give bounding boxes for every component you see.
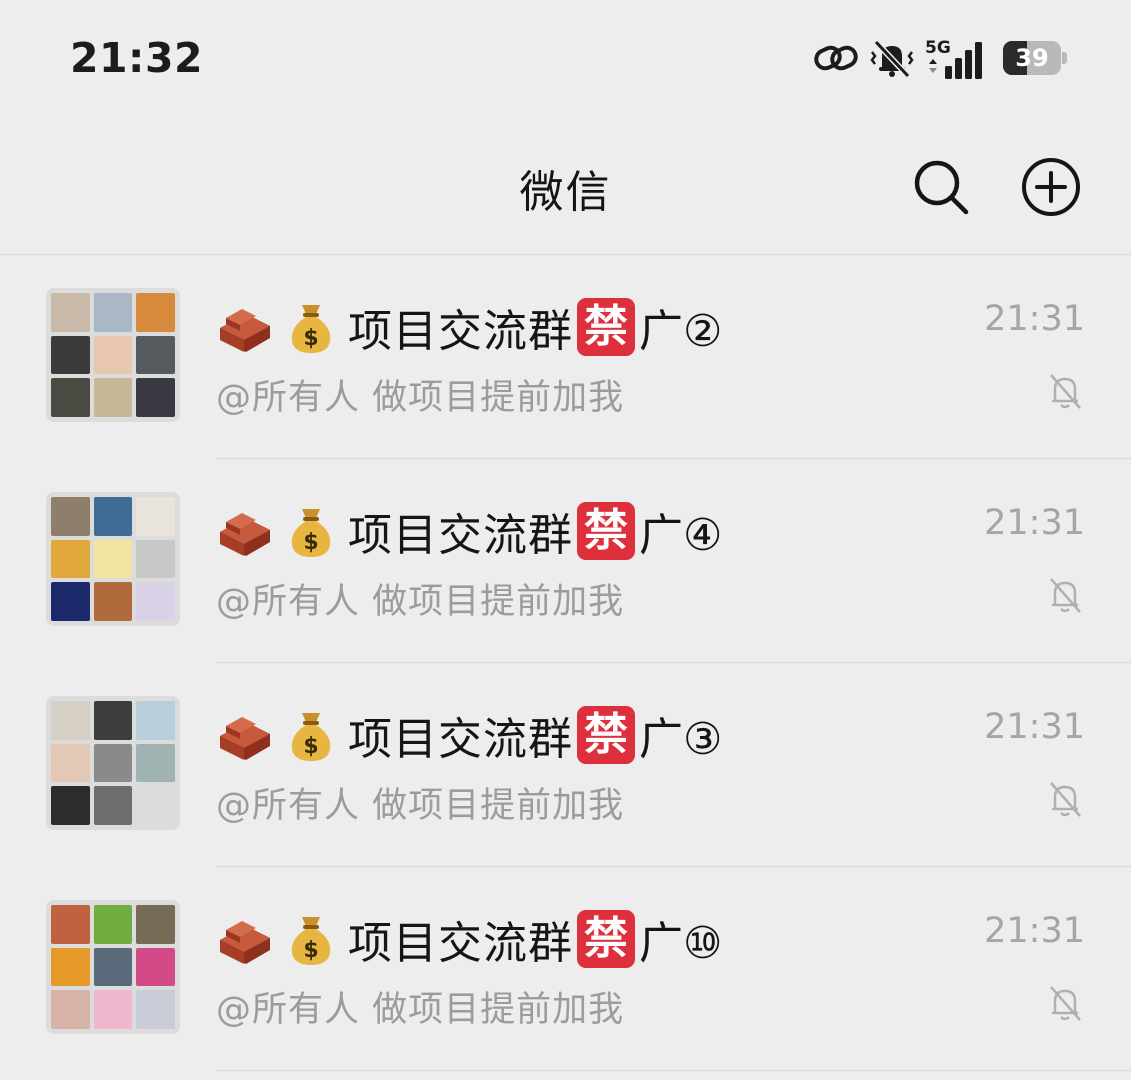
svg-text:$: $ (303, 734, 318, 759)
row-divider (216, 1070, 1131, 1071)
signal-5g-icon: 5G (925, 38, 982, 79)
chat-title-suffix: 广④ (639, 510, 723, 561)
avatar-tile (93, 990, 133, 1029)
avatar-tile (51, 539, 90, 579)
chat-title-text: 项目交流群 (348, 306, 573, 357)
chat-list-item[interactable]: $ 项目交流群 禁 广⑩ @所有人 做项目提前加我 21:31 (0, 867, 1131, 1071)
avatar-tile (93, 905, 133, 944)
chat-list-item[interactable]: $ 项目交流群 禁 广④ @所有人 做项目提前加我 21:31 (0, 459, 1131, 663)
avatar-tile (136, 947, 175, 987)
chat-name: $ 项目交流群 禁 广⑩ (216, 907, 722, 971)
avatar-tile (51, 378, 90, 417)
avatar-tile (93, 539, 133, 579)
avatar-tile (51, 582, 90, 621)
chat-title-suffix: 广② (639, 306, 723, 357)
ban-badge: 禁 (577, 910, 635, 968)
status-bar: 21:32 5G 39 (0, 0, 1131, 120)
app-header: 微信 (0, 120, 1131, 255)
group-avatar[interactable] (46, 288, 180, 422)
svg-text:$: $ (303, 938, 318, 963)
last-message-preview: @所有人 做项目提前加我 (216, 378, 625, 418)
avatar-tile (51, 497, 90, 536)
avatar-tile (136, 582, 175, 621)
money-bag-emoji: $ (291, 713, 331, 761)
avatar-tile (93, 378, 133, 417)
mute-icon (1050, 374, 1081, 409)
avatar-tile (93, 701, 133, 740)
last-message-time: 21:31 (984, 911, 1085, 951)
avatar-tile (51, 293, 90, 332)
svg-text:$: $ (303, 326, 318, 351)
avatar-tile (51, 786, 90, 825)
chat-list: $ 项目交流群 禁 广② @所有人 做项目提前加我 21:31 $ 项目交流群 … (0, 255, 1131, 1071)
last-message-time: 21:31 (984, 299, 1085, 339)
avatar-tile (51, 701, 90, 740)
avatar-tile (136, 990, 175, 1029)
avatar-tile (93, 947, 133, 987)
last-message-time: 21:31 (984, 503, 1085, 543)
avatar-tile (51, 905, 90, 944)
last-message-preview: @所有人 做项目提前加我 (216, 786, 625, 826)
money-bag-emoji: $ (291, 305, 331, 353)
brick-emoji (220, 717, 270, 760)
avatar-tile (136, 701, 175, 740)
mute-icon (1050, 782, 1081, 817)
ban-badge: 禁 (577, 706, 635, 764)
ban-badge: 禁 (577, 502, 635, 560)
last-message-preview: @所有人 做项目提前加我 (216, 582, 625, 622)
avatar-tile (93, 582, 133, 621)
avatar-tile (136, 743, 175, 783)
last-message-preview: @所有人 做项目提前加我 (216, 990, 625, 1030)
battery-level: 39 (1015, 44, 1049, 72)
avatar-tile (93, 335, 133, 375)
avatar-tile (136, 293, 175, 332)
brick-emoji (220, 513, 270, 556)
last-message-time: 21:31 (984, 707, 1085, 747)
mute-icon (1050, 578, 1081, 613)
avatar-tile (51, 947, 90, 987)
battery-icon: 39 (1003, 41, 1067, 75)
avatar-tile (51, 743, 90, 783)
money-bag-emoji: $ (291, 917, 331, 965)
avatar-tile (93, 743, 133, 783)
group-avatar[interactable] (46, 900, 180, 1034)
group-avatar[interactable] (46, 696, 180, 830)
chat-title-text: 项目交流群 (348, 714, 573, 765)
chat-name: $ 项目交流群 禁 广④ (216, 499, 722, 563)
chat-title-suffix: 广③ (639, 714, 723, 765)
status-icons: 5G 39 (813, 30, 1067, 86)
avatar-tile (136, 378, 175, 417)
avatar-tile (51, 335, 90, 375)
avatar-tile (136, 539, 175, 579)
avatar-tile (136, 497, 175, 536)
chat-list-item[interactable]: $ 项目交流群 禁 广③ @所有人 做项目提前加我 21:31 (0, 663, 1131, 867)
chat-title-suffix: 广⑩ (639, 918, 723, 969)
avatar-tile (93, 786, 133, 825)
svg-text:$: $ (303, 530, 318, 555)
chat-list-item[interactable]: $ 项目交流群 禁 广② @所有人 做项目提前加我 21:31 (0, 255, 1131, 459)
chat-name: $ 项目交流群 禁 广② (216, 295, 722, 359)
mute-vibrate-icon (870, 39, 914, 78)
group-avatar[interactable] (46, 492, 180, 626)
chat-title-text: 项目交流群 (348, 510, 573, 561)
money-bag-emoji: $ (291, 509, 331, 557)
search-icon[interactable] (910, 156, 972, 218)
avatar-tile (136, 905, 175, 944)
chat-name: $ 项目交流群 禁 广③ (216, 703, 722, 767)
network-label: 5G (925, 38, 951, 58)
avatar-tile (136, 786, 175, 825)
brick-emoji (220, 921, 270, 964)
avatar-tile (136, 335, 175, 375)
add-icon[interactable] (1020, 156, 1082, 218)
chat-title-text: 项目交流群 (348, 918, 573, 969)
brick-emoji (220, 309, 270, 352)
wechat-chat-list-screen: 21:32 5G 39 微信 $ 项目交流群 禁 广② @所有人 做项目提前加我… (0, 0, 1131, 1080)
mute-icon (1050, 986, 1081, 1021)
avatar-tile (93, 497, 133, 536)
link-icon (814, 45, 858, 71)
avatar-tile (93, 293, 133, 332)
status-time: 21:32 (70, 34, 204, 82)
avatar-tile (51, 990, 90, 1029)
ban-badge: 禁 (577, 298, 635, 356)
